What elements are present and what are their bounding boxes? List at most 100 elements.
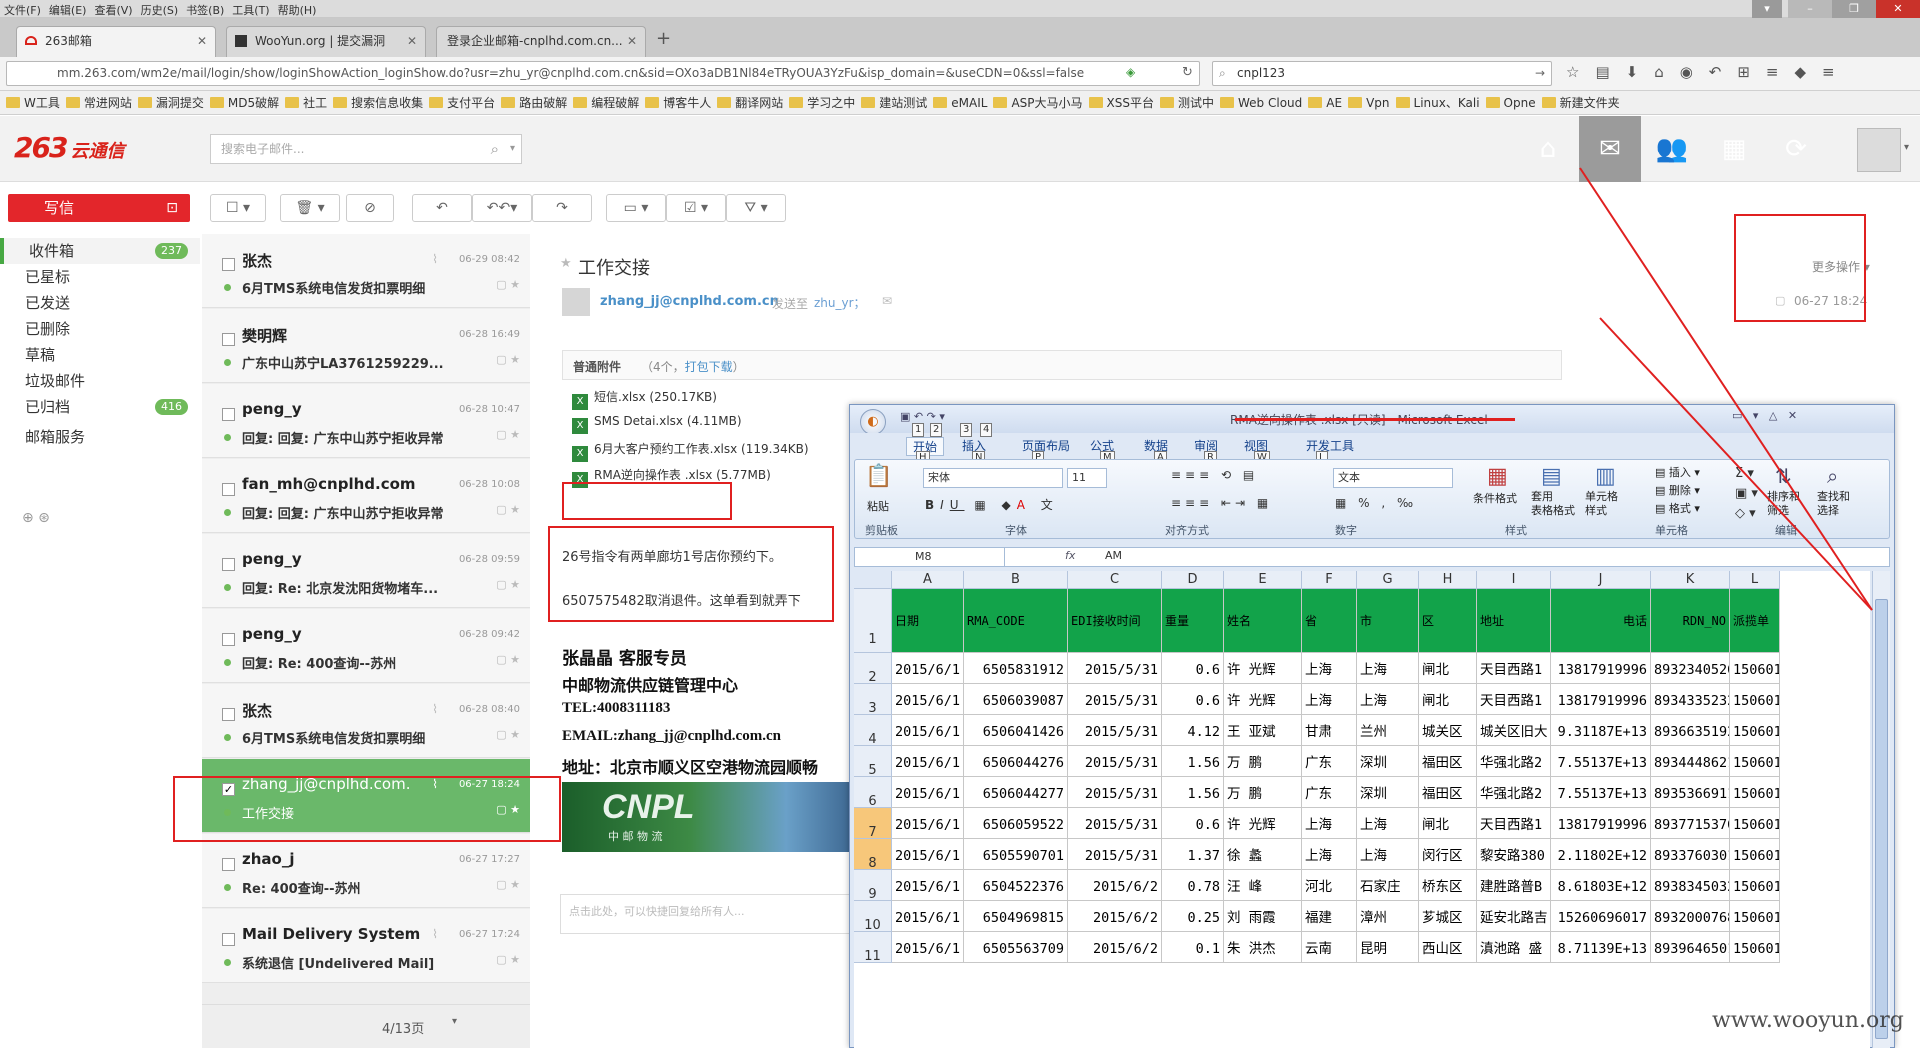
data-cell[interactable]: 闵行区 — [1419, 839, 1477, 870]
data-cell[interactable]: 13817919996 — [1551, 653, 1651, 684]
data-cell[interactable]: 上海 — [1357, 808, 1419, 839]
sender-address[interactable]: zhang_jj@cnplhd.com.cn — [600, 294, 779, 309]
mail-checkbox[interactable] — [222, 558, 235, 571]
home-nav-icon[interactable]: ⌂ — [1517, 116, 1579, 182]
folder-item[interactable]: 已归档 416 — [0, 394, 200, 420]
folder-item[interactable]: 邮箱服务 — [0, 424, 200, 450]
editing-sum-icons[interactable]: Σ ▾ ▣ ▾ ◇ ▾ — [1735, 464, 1758, 524]
attachment-item[interactable]: X 短信.xlsx (250.17KB) — [572, 388, 717, 410]
find-select-icon[interactable]: ⌕ — [1827, 464, 1838, 488]
column-header[interactable]: H — [1419, 571, 1477, 589]
data-cell[interactable]: 2015/6/1 — [892, 653, 964, 684]
menu-file[interactable]: 文件(F) — [0, 0, 45, 20]
bookmark-item[interactable]: 常进网站 — [65, 91, 132, 114]
row-header[interactable]: 4 — [854, 715, 892, 747]
data-cell[interactable]: 福田区 — [1419, 777, 1477, 808]
data-cell[interactable]: 深圳 — [1357, 746, 1419, 777]
data-cell[interactable]: 上海 — [1357, 653, 1419, 684]
data-cell[interactable]: 6506059522 — [964, 808, 1068, 839]
data-cell[interactable]: 华强北路2 — [1477, 746, 1551, 777]
mail-checkbox[interactable] — [222, 258, 235, 271]
data-cell[interactable]: 华强北路2 — [1477, 777, 1551, 808]
data-cell[interactable]: 150601( — [1730, 870, 1780, 901]
number-buttons[interactable]: ▦ % , ‰ — [1335, 496, 1417, 510]
move-button[interactable]: ▭ ▾ — [606, 194, 666, 222]
bookmark-item[interactable]: 编程破解 — [573, 91, 639, 114]
column-header[interactable]: E — [1224, 571, 1302, 589]
minimize-button[interactable]: ▾ — [1752, 0, 1782, 18]
column-header[interactable]: G — [1357, 571, 1419, 589]
reload-icon[interactable]: ↻ — [1182, 65, 1193, 80]
row-header[interactable]: 3 — [854, 684, 892, 716]
fx-icon[interactable]: fx — [1065, 549, 1075, 562]
data-cell[interactable]: 8935366911 — [1651, 777, 1730, 808]
sync-nav-icon[interactable]: ⟳ — [1765, 116, 1827, 182]
mail-list-item[interactable]: zhao_j 06-27 17:27 Re: 400查询--苏州 ▢ ★ — [202, 834, 530, 908]
mail-list-item[interactable]: fan_mh@cnplhd.com 06-28 10:08 回复: 回复: 广东中山… — [202, 459, 530, 533]
data-cell[interactable]: 150601( — [1730, 777, 1780, 808]
data-cell[interactable]: 上海 — [1302, 839, 1357, 870]
data-cell[interactable]: 上海 — [1357, 839, 1419, 870]
folder-item[interactable]: 草稿 — [0, 342, 200, 368]
add-folder-icon[interactable]: ⊕ ⊛ — [22, 510, 50, 526]
data-cell[interactable]: 兰州 — [1357, 715, 1419, 746]
data-cell[interactable]: 8932340526 — [1651, 653, 1730, 684]
data-cell[interactable]: 城关区 — [1419, 715, 1477, 746]
data-cell[interactable]: 2015/6/1 — [892, 777, 964, 808]
data-cell[interactable]: 许 光辉 — [1224, 684, 1302, 715]
bookmark-item[interactable]: Web Cloud — [1220, 91, 1302, 114]
data-cell[interactable]: 延安北路吉 — [1477, 901, 1551, 932]
restore-button[interactable]: – — [1788, 0, 1832, 18]
data-cell[interactable]: 0.78 — [1162, 870, 1224, 901]
excel-window-controls[interactable]: ▭ ▾ △ ✕ — [1732, 409, 1797, 422]
data-cell[interactable]: 深圳 — [1357, 777, 1419, 808]
data-cell[interactable]: 0.25 — [1162, 901, 1224, 932]
data-cell[interactable]: 2015/5/31 — [1068, 839, 1162, 870]
chevron-down-icon[interactable]: ▾ — [510, 135, 515, 163]
mail-list-item[interactable]: Mail Delivery System ⌇ 06-27 17:24 系统退信 [Un… — [202, 909, 530, 983]
mail-actions-icon[interactable]: ▢ ★ — [496, 428, 520, 441]
data-cell[interactable]: 上海 — [1357, 684, 1419, 715]
font-style-buttons[interactable]: BIU ▦ ◆A 文 — [925, 496, 1059, 513]
data-cell[interactable]: 150601( — [1730, 653, 1780, 684]
data-cell[interactable]: 2015/6/1 — [892, 684, 964, 715]
mail-checkbox[interactable] — [222, 708, 235, 721]
bookmark-item[interactable]: 测试中 — [1160, 91, 1214, 114]
data-cell[interactable]: 13817919996 — [1551, 684, 1651, 715]
data-cell[interactable]: 福田区 — [1419, 746, 1477, 777]
bookmark-item[interactable]: XSS平台 — [1088, 91, 1154, 114]
menu-help[interactable]: 帮助(H) — [274, 0, 321, 20]
ribbon-tab[interactable]: 页面布局 — [1022, 437, 1070, 454]
data-cell[interactable]: 许 光辉 — [1224, 808, 1302, 839]
column-header[interactable]: I — [1477, 571, 1551, 589]
bookmark-item[interactable]: 支付平台 — [429, 91, 495, 114]
header-cell[interactable]: 省 — [1302, 589, 1357, 653]
data-cell[interactable]: 甘肃 — [1302, 715, 1357, 746]
data-cell[interactable]: 13817919996 — [1551, 808, 1651, 839]
data-cell[interactable]: 天目西路1 — [1477, 684, 1551, 715]
maximize-button[interactable]: ❐ — [1832, 0, 1876, 18]
data-cell[interactable]: 8933760301 — [1651, 839, 1730, 870]
data-cell[interactable]: 2015/6/2 — [1068, 901, 1162, 932]
bookmark-item[interactable]: 社工 — [285, 91, 327, 114]
close-window-button[interactable]: ✕ — [1876, 0, 1920, 18]
header-cell[interactable]: RMA_CODE — [964, 589, 1068, 653]
recipient[interactable]: zhu_yr； — [814, 294, 866, 311]
data-cell[interactable]: 6504969815 — [964, 901, 1068, 932]
tab-wooyun[interactable]: WooYun.org | 提交漏洞 ✕ — [226, 26, 426, 57]
envelope-icon[interactable]: ✉ — [882, 294, 892, 308]
row-header[interactable]: 6 — [854, 777, 892, 809]
data-cell[interactable]: 万 鹏 — [1224, 746, 1302, 777]
mark-button[interactable]: ☑ ▾ — [666, 194, 726, 222]
download-all-link[interactable]: 打包下载 — [685, 360, 733, 374]
avatar[interactable] — [1857, 128, 1901, 172]
scroll-thumb[interactable] — [1875, 599, 1888, 1039]
mail-list-item[interactable]: peng_y 06-28 09:42 回复: Re: 400查询--苏州 ▢ ★ — [202, 609, 530, 683]
data-cell[interactable]: 150601( — [1730, 932, 1780, 963]
data-cell[interactable]: 许 光辉 — [1224, 653, 1302, 684]
filter-button[interactable]: ⛛ ▾ — [726, 194, 786, 222]
header-cell[interactable]: 地址 — [1477, 589, 1551, 653]
forward-button[interactable]: ↷ — [532, 194, 592, 222]
align-buttons[interactable]: ≡≡≡ ⟲ ▤ — [1171, 468, 1258, 482]
data-cell[interactable]: 朱 洪杰 — [1224, 932, 1302, 963]
